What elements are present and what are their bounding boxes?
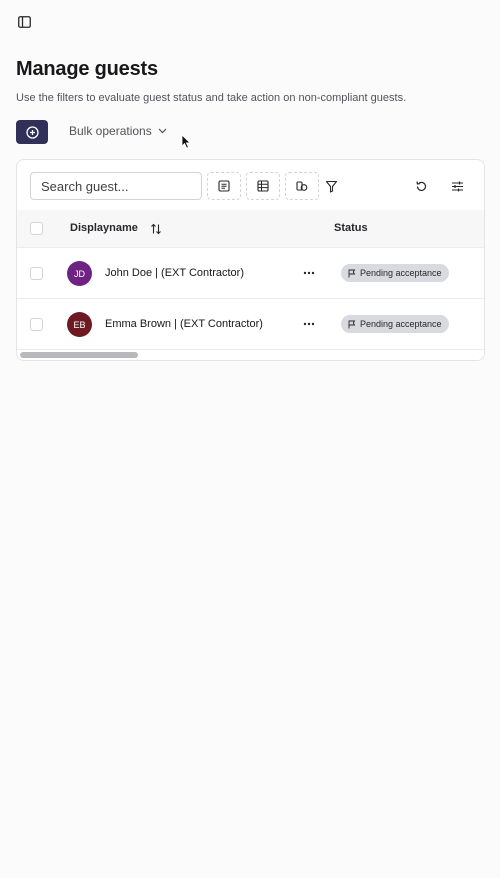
sort-arrows-icon xyxy=(151,223,161,235)
table-row[interactable]: JD John Doe | (EXT Contractor) Pending a… xyxy=(17,248,484,299)
guest-display-name: Emma Brown | (EXT Contractor) xyxy=(105,318,263,330)
column-header-status[interactable]: Status xyxy=(334,222,368,234)
row-actions-button[interactable] xyxy=(301,264,317,282)
horizontal-scrollbar[interactable] xyxy=(17,350,484,360)
shapes-icon xyxy=(296,181,308,191)
row-actions-button[interactable] xyxy=(301,315,317,333)
status-badge: Pending acceptance xyxy=(341,264,449,282)
table-row[interactable]: EB Emma Brown | (EXT Contractor) Pending… xyxy=(17,299,484,350)
flag-icon xyxy=(348,269,356,277)
page-description: Use the filters to evaluate guest status… xyxy=(16,92,407,104)
row-checkbox[interactable] xyxy=(30,318,43,331)
status-label: Pending acceptance xyxy=(360,268,442,278)
bulk-operations-dropdown[interactable]: Bulk operations xyxy=(69,124,167,138)
row-checkbox[interactable] xyxy=(30,267,43,280)
refresh-button[interactable] xyxy=(412,177,430,195)
group-view-button[interactable] xyxy=(285,172,319,200)
avatar: JD xyxy=(67,261,92,286)
plus-circle-icon xyxy=(25,125,39,139)
scrollbar-thumb[interactable] xyxy=(20,352,138,358)
sort-button[interactable] xyxy=(149,222,163,236)
add-guest-button[interactable] xyxy=(16,120,48,144)
bulk-operations-label: Bulk operations xyxy=(69,124,152,138)
table-view-button[interactable] xyxy=(246,172,280,200)
column-header-displayname[interactable]: Displayname xyxy=(70,222,138,234)
more-horizontal-icon xyxy=(303,322,315,326)
search-input[interactable] xyxy=(30,172,202,200)
page-title: Manage guests xyxy=(16,58,158,80)
more-horizontal-icon xyxy=(303,271,315,275)
table-grid-icon xyxy=(257,180,269,192)
filter-funnel-icon xyxy=(325,180,337,193)
flag-icon xyxy=(348,320,356,328)
list-view-button[interactable] xyxy=(207,172,241,200)
select-all-checkbox[interactable] xyxy=(30,222,43,235)
refresh-icon xyxy=(415,180,426,191)
guest-display-name: John Doe | (EXT Contractor) xyxy=(105,267,244,279)
sliders-icon xyxy=(451,181,463,191)
sidebar-toggle-button[interactable] xyxy=(16,14,32,30)
sidebar-panel-icon xyxy=(17,16,31,28)
status-label: Pending acceptance xyxy=(360,319,442,329)
table-header: Displayname Status xyxy=(17,210,484,248)
column-settings-button[interactable] xyxy=(448,177,466,195)
list-icon xyxy=(218,180,230,192)
avatar: EB xyxy=(67,312,92,337)
chevron-down-icon xyxy=(158,128,167,134)
status-badge: Pending acceptance xyxy=(341,315,449,333)
guests-table-card: Displayname Status JD John Doe | (EXT Co… xyxy=(16,159,485,361)
mouse-cursor-icon xyxy=(181,134,191,149)
filter-button[interactable] xyxy=(322,177,340,195)
